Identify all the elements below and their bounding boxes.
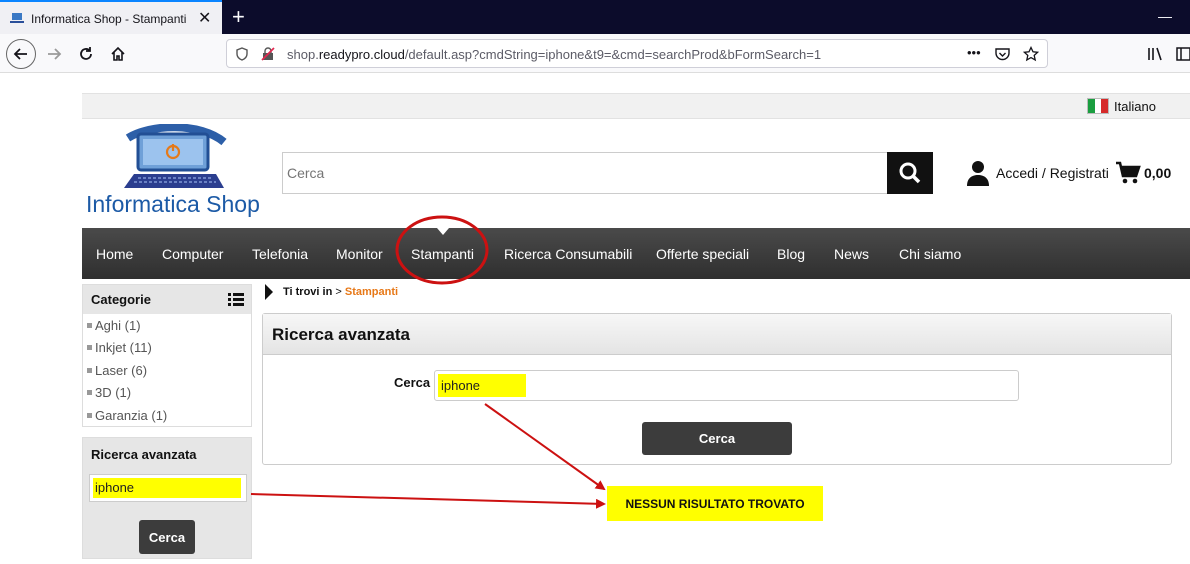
search-input[interactable]	[287, 165, 877, 181]
url-text: shop.readypro.cloud/default.asp?cmdStrin…	[287, 47, 821, 62]
user-icon[interactable]	[967, 160, 989, 186]
browser-navbar: shop.readypro.cloud/default.asp?cmdStrin…	[0, 34, 1190, 73]
breadcrumb-separator: >	[335, 286, 342, 298]
shield-icon[interactable]	[235, 47, 249, 61]
logo-text[interactable]: Informatica Shop	[86, 191, 260, 218]
cart-total[interactable]: 0,00	[1144, 165, 1171, 181]
menu-item-offerte-speciali[interactable]: Offerte speciali	[656, 246, 749, 262]
category-item[interactable]: Inkjet (11)	[87, 340, 152, 355]
sidebar-advanced-search: Ricerca avanzata iphone Cerca	[82, 437, 252, 559]
categories-title: Categorie	[91, 292, 151, 307]
login-register-link[interactable]: Accedi / Registrati	[996, 165, 1109, 181]
no-result-callout: NESSUN RISULTATO TROVATO	[607, 486, 823, 521]
url-domain: readypro.cloud	[318, 47, 405, 62]
minimize-icon[interactable]: —	[1158, 8, 1172, 24]
main-menu: Home Computer Telefonia Monitor Stampant…	[82, 228, 1190, 279]
home-icon[interactable]	[106, 42, 130, 66]
advanced-search-button[interactable]: Cerca	[642, 422, 792, 455]
breadcrumb-arrow-icon	[265, 284, 273, 300]
breadcrumb: Ti trovi in > Stampanti	[283, 286, 398, 298]
url-prefix: shop.	[287, 47, 319, 62]
sidebar-search-button[interactable]: Cerca	[139, 520, 195, 554]
library-icon[interactable]	[1147, 46, 1165, 62]
active-caret-icon	[437, 228, 449, 235]
menu-item-home[interactable]: Home	[96, 246, 133, 262]
language-selector[interactable]: Italiano	[1114, 99, 1156, 114]
menu-item-ricerca-consumabili[interactable]: Ricerca Consumabili	[504, 246, 632, 262]
new-tab-icon[interactable]: +	[232, 4, 245, 30]
pocket-icon[interactable]	[995, 47, 1010, 61]
menu-item-monitor[interactable]: Monitor	[336, 246, 383, 262]
list-icon[interactable]	[228, 293, 244, 306]
categories-box: Categorie Aghi (1) Inkjet (11) Laser (6)…	[82, 284, 252, 427]
breadcrumb-prefix: Ti trovi in	[283, 286, 333, 298]
panel-header: Ricerca avanzata	[263, 314, 1171, 355]
sidebar-search-value: iphone	[93, 478, 241, 498]
insecure-lock-icon[interactable]	[261, 47, 275, 61]
italian-flag-icon[interactable]	[1087, 98, 1109, 114]
category-item[interactable]: Garanzia (1)	[87, 408, 167, 423]
advanced-search-value: iphone	[438, 374, 526, 397]
language-bar: Italiano	[82, 93, 1190, 119]
browser-tab[interactable]: Informatica Shop - Stampanti ✕	[0, 0, 222, 34]
search-icon	[899, 162, 921, 184]
categories-header: Categorie	[83, 285, 251, 314]
url-bar[interactable]: shop.readypro.cloud/default.asp?cmdStrin…	[226, 39, 1048, 68]
close-tab-icon[interactable]: ✕	[198, 8, 211, 28]
sidebar-advanced-title: Ricerca avanzata	[91, 447, 197, 462]
forward-arrow-icon[interactable]	[42, 42, 66, 66]
annotation-arrow-sidebar	[250, 493, 606, 509]
category-item[interactable]: 3D (1)	[87, 385, 131, 400]
menu-item-stampanti[interactable]: Stampanti	[411, 246, 474, 262]
panel-title: Ricerca avanzata	[272, 325, 410, 344]
menu-item-telefonia[interactable]: Telefonia	[252, 246, 308, 262]
bookmark-star-icon[interactable]	[1023, 46, 1039, 62]
cart-icon[interactable]	[1115, 161, 1141, 185]
tab-title: Informatica Shop - Stampanti	[31, 12, 187, 26]
menu-item-computer[interactable]: Computer	[162, 246, 223, 262]
site-search	[282, 152, 933, 194]
sidebar-toggle-icon[interactable]	[1176, 46, 1190, 62]
site-favicon-icon	[10, 13, 24, 23]
page-actions-icon[interactable]: •••	[967, 45, 981, 60]
search-button[interactable]	[887, 152, 933, 194]
advanced-search-input[interactable]: iphone	[434, 370, 1019, 401]
logo-monitor-icon[interactable]	[120, 124, 230, 192]
back-arrow-icon[interactable]	[6, 39, 36, 69]
url-path: /default.asp?cmdString=iphone&t9=&cmd=se…	[404, 47, 822, 62]
menu-item-news[interactable]: News	[834, 246, 869, 262]
browser-titlebar: Informatica Shop - Stampanti ✕ + —	[0, 0, 1190, 34]
category-item[interactable]: Aghi (1)	[87, 318, 141, 333]
search-field-label: Cerca	[394, 375, 431, 390]
category-item[interactable]: Laser (6)	[87, 363, 147, 378]
reload-icon[interactable]	[74, 42, 98, 66]
menu-item-chi-siamo[interactable]: Chi siamo	[899, 246, 961, 262]
menu-item-blog[interactable]: Blog	[777, 246, 805, 262]
advanced-search-panel: Ricerca avanzata Cerca iphone Cerca	[262, 313, 1172, 465]
breadcrumb-current[interactable]: Stampanti	[345, 286, 398, 298]
sidebar-search-input[interactable]: iphone	[89, 474, 247, 502]
